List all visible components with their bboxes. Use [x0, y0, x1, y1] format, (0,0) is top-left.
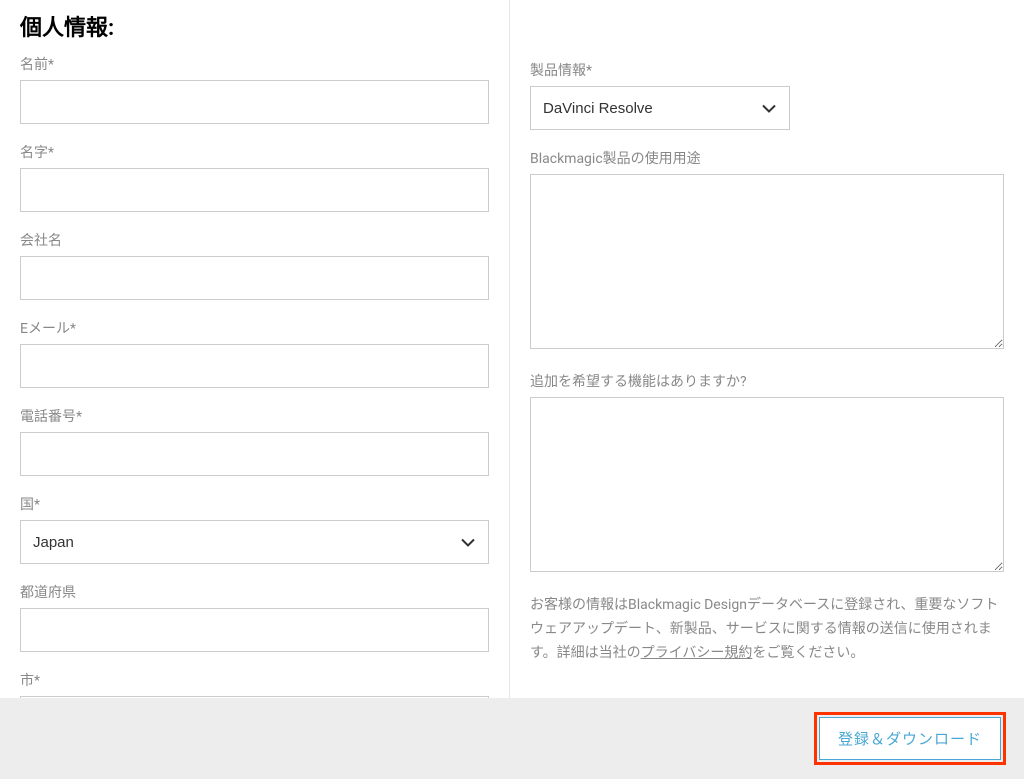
first-name-group: 名前*	[20, 54, 489, 124]
product-info-group: 製品情報* DaVinci Resolve	[530, 60, 1004, 130]
register-download-button[interactable]: 登録＆ダウンロード	[819, 717, 1001, 760]
features-textarea[interactable]	[530, 397, 1004, 572]
phone-input[interactable]	[20, 432, 489, 476]
privacy-suffix: をご覧ください。	[752, 645, 864, 661]
prefecture-input[interactable]	[20, 608, 489, 652]
company-input[interactable]	[20, 256, 489, 300]
country-label: 国*	[20, 494, 489, 514]
first-name-label: 名前*	[20, 54, 489, 74]
phone-group: 電話番号*	[20, 406, 489, 476]
footer-bar: 登録＆ダウンロード	[0, 698, 1024, 779]
email-input[interactable]	[20, 344, 489, 388]
prefecture-group: 都道府県	[20, 582, 489, 652]
last-name-label: 名字*	[20, 142, 489, 162]
product-info-select[interactable]: DaVinci Resolve	[530, 86, 790, 130]
submit-highlight: 登録＆ダウンロード	[814, 712, 1006, 765]
features-label: 追加を希望する機能はありますか?	[530, 371, 1004, 391]
privacy-policy-link[interactable]: プライバシー規約	[641, 645, 753, 661]
email-label: Eメール*	[20, 318, 489, 338]
email-group: Eメール*	[20, 318, 489, 388]
usage-label: Blackmagic製品の使用用途	[530, 148, 1004, 168]
city-label: 市*	[20, 670, 489, 690]
prefecture-label: 都道府県	[20, 582, 489, 602]
personal-info-column: 個人情報: 名前* 名字* 会社名 Eメール* 電話番号* 国* Japan	[0, 0, 510, 698]
product-info-label: 製品情報*	[530, 60, 1004, 80]
usage-textarea[interactable]	[530, 174, 1004, 349]
country-select[interactable]: Japan	[20, 520, 489, 564]
phone-label: 電話番号*	[20, 406, 489, 426]
section-title: 個人情報:	[20, 10, 489, 42]
first-name-input[interactable]	[20, 80, 489, 124]
company-label: 会社名	[20, 230, 489, 250]
last-name-group: 名字*	[20, 142, 489, 212]
product-info-column: 製品情報* DaVinci Resolve Blackmagic製品の使用用途 …	[510, 0, 1024, 698]
features-group: 追加を希望する機能はありますか?	[530, 371, 1004, 576]
company-group: 会社名	[20, 230, 489, 300]
usage-group: Blackmagic製品の使用用途	[530, 148, 1004, 353]
privacy-text: お客様の情報はBlackmagic Designデータベースに登録され、重要なソ…	[530, 594, 1004, 665]
last-name-input[interactable]	[20, 168, 489, 212]
country-group: 国* Japan	[20, 494, 489, 564]
